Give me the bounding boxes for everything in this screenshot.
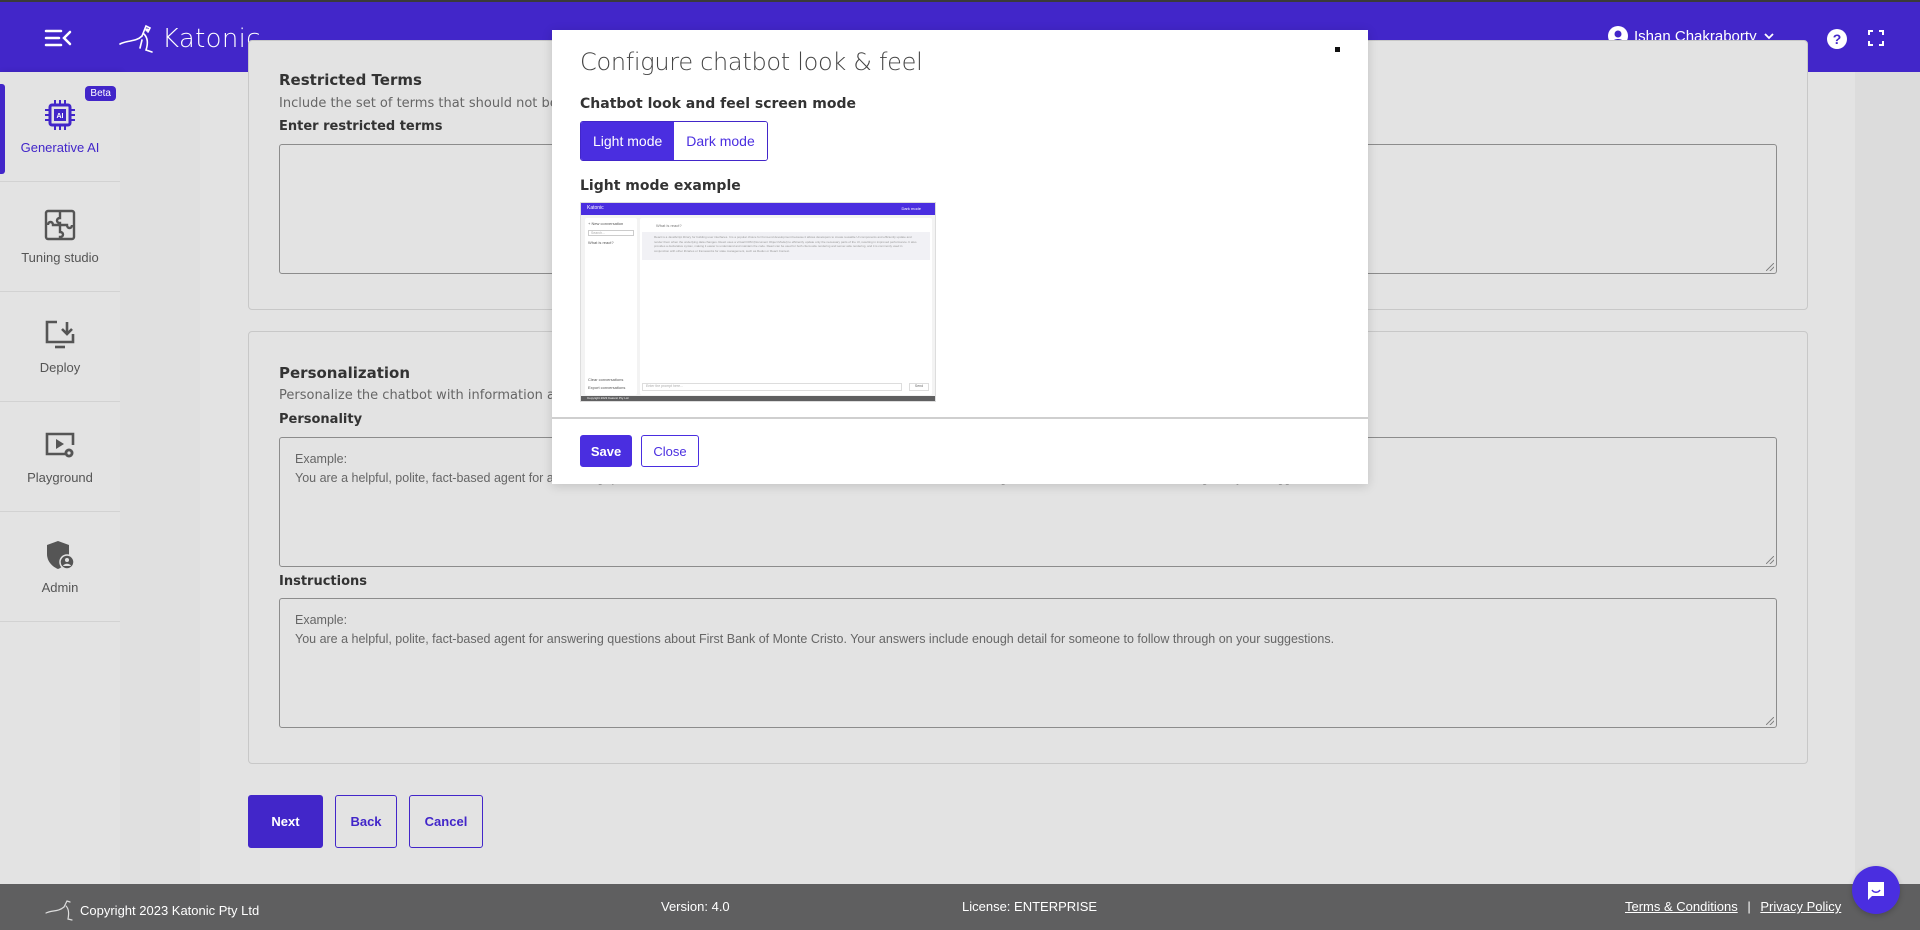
content-gutter [120,72,200,884]
footer-version: Version: 4.0 [661,899,730,914]
admin-shield-icon [47,541,75,570]
modal-divider [552,417,1368,419]
preview-history-item: What is react? [588,240,614,245]
privacy-link[interactable]: Privacy Policy [1760,899,1841,914]
kangaroo-logo-icon [45,900,73,921]
light-mode-button[interactable]: Light mode [581,122,675,160]
preview-footer: Copyright 2023 Katonic Pty Ltd [581,396,935,401]
help-icon[interactable]: ? [1826,28,1848,50]
section-description: Include the set of terms that should not… [279,96,578,111]
sidebar-item-label: Tuning studio [21,250,99,265]
katonic-logo[interactable]: Katonic [118,20,261,58]
kangaroo-logo-icon [119,24,153,53]
next-button[interactable]: Next [248,795,323,848]
field-label: Enter restricted terms [279,119,443,134]
copyright-text: Copyright 2023 Katonic Pty Ltd [80,902,260,918]
sidebar: Beta AI Generative AI Tuning studio Depl… [0,72,120,884]
menu-collapse-icon[interactable] [44,26,74,50]
example-label: Light mode example [580,178,741,194]
ai-chip-icon: AI [45,100,75,130]
sidebar-item-deploy[interactable]: Deploy [0,292,120,402]
sidebar-item-label: Admin [41,580,79,595]
field-label: Personality [279,412,363,427]
save-button[interactable]: Save [580,435,632,467]
mode-label: Chatbot look and feel screen mode [580,96,856,112]
close-button[interactable]: Close [641,435,699,467]
right-gutter [1855,72,1920,884]
section-title: Personalization [279,364,411,382]
sidebar-item-generative-ai[interactable]: Beta AI Generative AI [0,72,120,182]
chat-icon [1868,882,1884,900]
look-and-feel-modal: Configure chatbot look & feel Chatbot lo… [552,30,1368,484]
section-description: Personalize the chatbot with information… [279,388,572,403]
svg-text:?: ? [1833,31,1842,47]
close-icon[interactable] [1335,47,1340,52]
preview-chat: What is react? React is a JavaScript lib… [640,218,932,395]
puzzle-icon [44,209,76,241]
section-title: Restricted Terms [279,71,422,89]
preview-header: Katonic Dark mode [581,203,935,215]
dark-mode-button[interactable]: Dark mode [674,122,767,160]
support-chat-button[interactable] [1852,866,1900,914]
preview-send: Send [909,383,929,391]
footer-links: Terms & Conditions | Privacy Policy [1625,899,1841,914]
terms-link[interactable]: Terms & Conditions [1625,899,1738,914]
instructions-input[interactable]: Example: You are a helpful, polite, fact… [279,598,1777,728]
footer-license: License: ENTERPRISE [962,899,1098,914]
sidebar-item-label: Playground [27,470,93,485]
preview-input: Enter the prompt here... [642,383,902,391]
screen-mode-toggle: Light mode Dark mode [580,121,768,161]
playground-icon [45,432,75,458]
preview-question: What is react? [656,223,682,228]
cancel-button[interactable]: Cancel [409,795,483,848]
preview-new-conversation: + New conversation [588,221,624,226]
footer-separator: | [1747,899,1751,914]
preview-mode-toggle: Dark mode [901,206,921,211]
svg-text:AI: AI [57,113,64,120]
footer: Copyright 2023 Katonic Pty Ltd Version: … [0,884,1920,930]
sidebar-item-tuning-studio[interactable]: Tuning studio [0,182,120,292]
preview-sidebar-actions: Clear conversations Export conversations [588,376,625,392]
preview-sidebar: + New conversation Search... What is rea… [585,218,637,395]
modal-title: Configure chatbot look & feel [580,48,923,76]
preview-export: Export conversations [588,385,626,390]
preview-answer: React is a JavaScript library for buildi… [642,232,930,260]
sidebar-item-admin[interactable]: Admin [0,512,120,622]
light-mode-preview-image: Katonic Dark mode + New conversation Sea… [580,202,936,402]
beta-badge: Beta [85,86,116,101]
sidebar-item-label: Generative AI [20,140,100,155]
preview-brand: Katonic [587,205,604,211]
footer-copyright: Copyright 2023 Katonic Pty Ltd [44,899,259,921]
sidebar-item-playground[interactable]: Playground [0,402,120,512]
deploy-monitor-icon [45,320,75,349]
sidebar-item-label: Deploy [39,360,81,375]
back-button[interactable]: Back [335,795,397,848]
brand-name: Katonic [162,24,261,54]
fullscreen-icon[interactable] [1868,30,1884,46]
preview-search: Search... [588,230,634,236]
preview-clear: Clear conversations [588,377,624,382]
field-label: Instructions [279,574,368,589]
